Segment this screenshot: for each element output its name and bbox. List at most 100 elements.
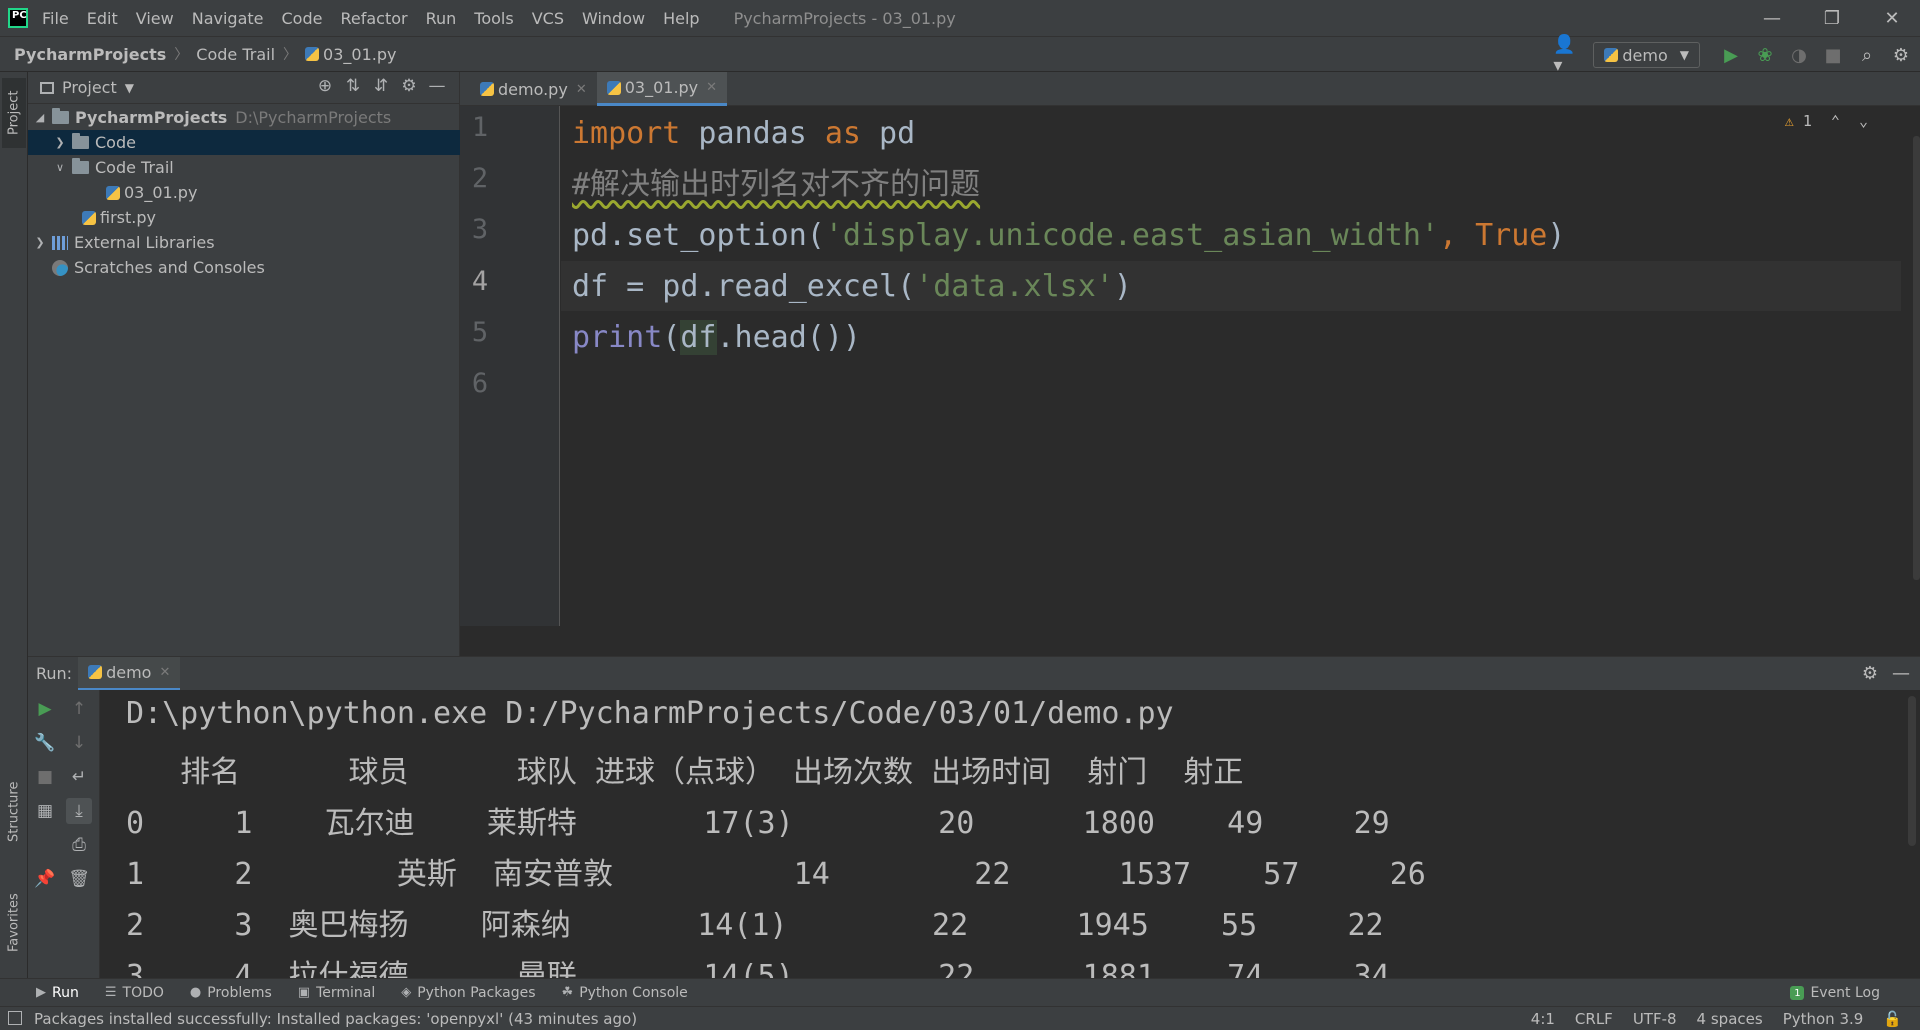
close-tab-icon[interactable]: ✕: [706, 80, 717, 95]
menu-navigate[interactable]: Navigate: [192, 9, 264, 28]
chevron-down-icon[interactable]: ◢: [32, 111, 48, 124]
tab-structure[interactable]: Structure: [2, 772, 26, 852]
pin-icon[interactable]: 📌: [32, 866, 58, 892]
chevron-right-icon[interactable]: ❯: [32, 236, 48, 249]
menu-view[interactable]: View: [136, 9, 174, 28]
tool-python-packages[interactable]: ◈ Python Packages: [401, 985, 535, 1001]
editor-scrollbar[interactable]: [1910, 136, 1920, 596]
code-editor[interactable]: 1 2 3 4 5 6 import pandas as pd #解决输出时列名…: [460, 106, 1920, 626]
trash-icon[interactable]: 🗑: [66, 866, 92, 892]
run-console[interactable]: D:\python\python.exe D:/PycharmProjects/…: [100, 690, 1920, 978]
indent-setting[interactable]: 4 spaces: [1697, 1010, 1763, 1028]
code-token: pandas: [680, 116, 825, 151]
tree-item-03-01[interactable]: 03_01.py: [28, 180, 460, 205]
minimize-icon[interactable]: —: [1744, 0, 1800, 36]
chevron-down-icon[interactable]: ▼: [125, 81, 134, 95]
tab-favorites[interactable]: Favorites: [2, 880, 26, 966]
menu-tools[interactable]: Tools: [474, 9, 513, 28]
chevron-down-icon[interactable]: ⌄: [1859, 112, 1868, 130]
tool-event-log[interactable]: 1 Event Log: [1790, 979, 1880, 1007]
tool-window-bar: ▶ Run ☰ TODO ● Problems ▣ Terminal ◈ Python P…: [0, 978, 1920, 1006]
soft-wrap-icon[interactable]: ↵: [66, 764, 92, 790]
menu-help[interactable]: Help: [663, 9, 699, 28]
expand-all-icon[interactable]: ⇅: [339, 76, 367, 96]
title-bar: PC File Edit View Navigate Code Refactor…: [0, 0, 1920, 36]
inspection-widget[interactable]: ⚠ 1 ⌃ ⌄: [1785, 112, 1868, 130]
chevron-right-icon[interactable]: ❯: [52, 136, 68, 149]
chevron-up-icon[interactable]: ⌃: [1831, 112, 1840, 130]
caret-position[interactable]: 4:1: [1531, 1010, 1555, 1028]
arrow-down-icon[interactable]: ↓: [66, 730, 92, 756]
gear-icon[interactable]: ⚙: [395, 76, 423, 96]
breadcrumb-project[interactable]: PycharmProjects: [14, 45, 166, 64]
stop-icon[interactable]: ■: [1820, 42, 1846, 68]
console-scrollbar[interactable]: [1908, 696, 1916, 846]
menu-edit[interactable]: Edit: [87, 9, 118, 28]
breadcrumb-file[interactable]: 03_01.py: [323, 45, 396, 64]
arrow-up-icon[interactable]: ↑: [66, 696, 92, 722]
print-icon[interactable]: ⎙: [66, 832, 92, 858]
menu-refactor[interactable]: Refactor: [340, 9, 407, 28]
debug-icon[interactable]: ❀: [1752, 42, 1778, 68]
run-config-select[interactable]: demo ▼: [1593, 42, 1700, 68]
menu-file[interactable]: File: [42, 9, 69, 28]
breadcrumb-folder[interactable]: Code Trail: [196, 45, 275, 64]
search-icon[interactable]: ⌕: [1854, 42, 1880, 68]
coverage-icon[interactable]: ◑: [1786, 42, 1812, 68]
code-string: 'data.xlsx': [915, 269, 1114, 304]
project-panel-title[interactable]: Project: [62, 78, 117, 97]
run-icon[interactable]: ▶: [1718, 42, 1744, 68]
wrench-icon[interactable]: 🔧: [32, 730, 58, 756]
tree-item-code-trail[interactable]: ∨ Code Trail: [28, 155, 460, 180]
status-message[interactable]: Packages installed successfully: Install…: [34, 1010, 637, 1028]
tool-python-console[interactable]: ☘ Python Console: [562, 985, 688, 1001]
scrollbar-thumb[interactable]: [1913, 136, 1920, 580]
close-tab-icon[interactable]: ✕: [159, 665, 170, 680]
hide-icon[interactable]: —: [1892, 663, 1910, 684]
tab-label: demo.py: [498, 79, 568, 99]
line-number: 1: [471, 112, 489, 143]
lock-icon[interactable]: 🔓: [1883, 1010, 1902, 1028]
menu-code[interactable]: Code: [282, 9, 323, 28]
python-interpreter[interactable]: Python 3.9: [1783, 1010, 1864, 1028]
gear-icon[interactable]: ⚙: [1888, 42, 1914, 68]
gear-icon[interactable]: ⚙: [1862, 663, 1878, 684]
layout-icon[interactable]: ▦: [32, 798, 58, 824]
locate-icon[interactable]: ⊕: [311, 76, 339, 96]
stop-icon[interactable]: ■: [32, 764, 58, 790]
scroll-to-end-icon[interactable]: ⤓: [66, 798, 92, 824]
rerun-icon[interactable]: ▶: [32, 696, 58, 722]
tree-item-root[interactable]: ◢ PycharmProjects D:\PycharmProjects: [28, 105, 460, 130]
line-separator[interactable]: CRLF: [1575, 1010, 1613, 1028]
collapse-all-icon[interactable]: ⇵: [367, 76, 395, 96]
file-encoding[interactable]: UTF-8: [1633, 1010, 1677, 1028]
hide-icon[interactable]: —: [423, 76, 451, 96]
pycharm-logo-icon: PC: [8, 8, 28, 28]
tool-windows-icon[interactable]: [8, 1011, 22, 1025]
tree-item-code[interactable]: ❯ Code: [28, 130, 460, 155]
tool-todo[interactable]: ☰ TODO: [105, 985, 164, 1001]
python-file-icon: [606, 80, 621, 95]
tool-run[interactable]: ▶ Run: [36, 985, 79, 1001]
tree-item-external-libraries[interactable]: ❯ External Libraries: [28, 230, 460, 255]
menu-window[interactable]: Window: [582, 9, 645, 28]
menu-run[interactable]: Run: [426, 9, 457, 28]
run-config-label: demo: [1622, 45, 1668, 65]
tab-project[interactable]: Project: [2, 78, 26, 148]
run-tab-demo[interactable]: demo ✕: [78, 656, 181, 691]
tab-03-01-py[interactable]: 03_01.py ✕: [596, 72, 728, 106]
tree-item-scratches[interactable]: Scratches and Consoles: [28, 255, 460, 280]
close-window-icon[interactable]: ✕: [1864, 0, 1920, 36]
restore-icon[interactable]: ❐: [1804, 0, 1860, 36]
close-tab-icon[interactable]: ✕: [576, 82, 587, 97]
breadcrumb-separator-icon: 〉: [283, 47, 298, 63]
folder-icon: [72, 133, 89, 149]
console-line: 0 1 瓦尔迪 莱斯特 17(3) 20 1800 49 29: [126, 806, 1390, 841]
menu-vcs[interactable]: VCS: [532, 9, 564, 28]
tree-item-first[interactable]: first.py: [28, 205, 460, 230]
tool-terminal[interactable]: ▣ Terminal: [298, 985, 375, 1001]
chevron-down-icon[interactable]: ∨: [52, 161, 68, 174]
tab-demo-py[interactable]: demo.py ✕: [470, 72, 597, 106]
tool-problems[interactable]: ● Problems: [190, 985, 272, 1001]
user-icon[interactable]: 👤▾: [1553, 34, 1579, 76]
